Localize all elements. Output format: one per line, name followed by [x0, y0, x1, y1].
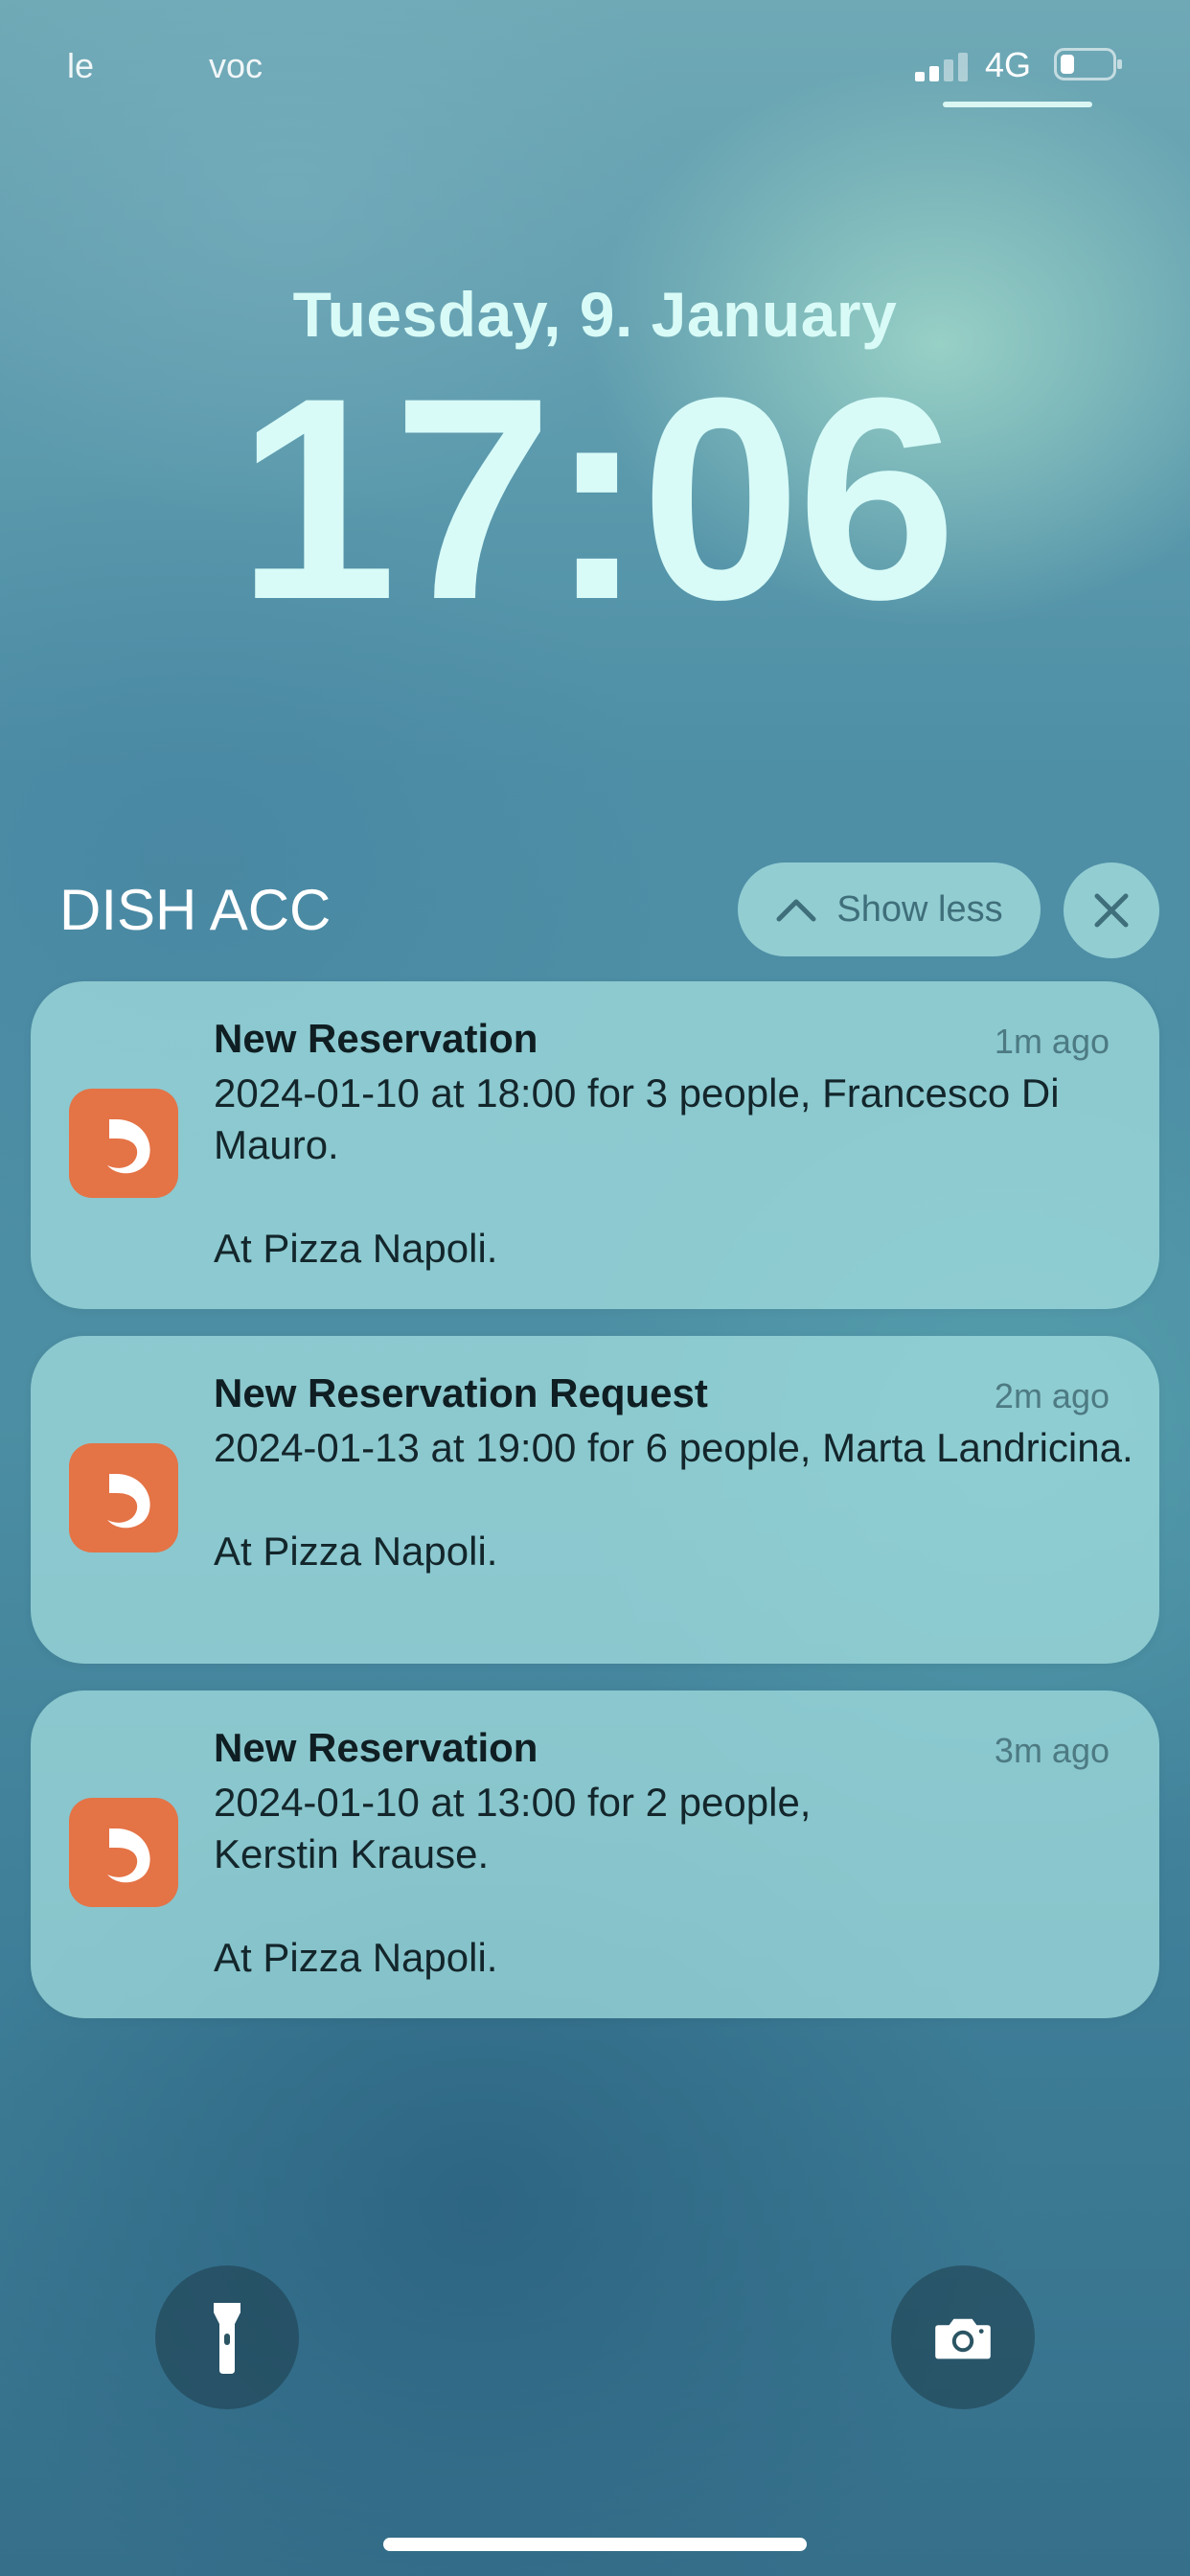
- notification-card[interactable]: New Reservation 3m ago 2024-01-10 at 13:…: [31, 1690, 1159, 2018]
- notification-body: 2024-01-10 at 13:00 for 2 people, Kersti…: [214, 1780, 812, 1980]
- notification-card[interactable]: New Reservation 1m ago 2024-01-10 at 18:…: [31, 981, 1159, 1309]
- notification-title: New Reservation Request: [214, 1370, 708, 1415]
- notification-title: New Reservation: [214, 1725, 538, 1770]
- signal-icon: [915, 53, 968, 81]
- status-bar: le voc 4G: [0, 0, 1190, 134]
- status-indicator-bar: [943, 102, 1092, 107]
- dish-logo-icon: [69, 1089, 178, 1198]
- notification-title: New Reservation: [214, 1016, 538, 1061]
- lock-time: 17:06: [237, 337, 956, 659]
- clear-group-button[interactable]: [1064, 862, 1159, 958]
- show-less-button[interactable]: Show less: [738, 862, 1041, 956]
- notification-card[interactable]: New Reservation Request 2m ago 2024-01-1…: [31, 1336, 1159, 1664]
- notification-body: 2024-01-10 at 18:00 for 3 people, France…: [214, 1070, 1060, 1271]
- chevron-up-icon: [776, 899, 816, 922]
- camera-button[interactable]: [891, 2266, 1035, 2409]
- notification-time: 3m ago: [994, 1731, 1110, 1770]
- notification-group-title: DISH ACC: [59, 878, 332, 942]
- dish-logo-icon: [69, 1798, 178, 1907]
- notification-time: 1m ago: [994, 1022, 1110, 1061]
- camera-icon: [935, 2318, 991, 2359]
- notification-body: 2024-01-13 at 19:00 for 6 people, Marta …: [214, 1425, 1133, 1574]
- network-type: 4G: [985, 45, 1032, 84]
- carrier-label: le: [67, 46, 95, 85]
- close-icon: [1094, 893, 1129, 928]
- flashlight-icon: [214, 2303, 240, 2374]
- notification-time: 2m ago: [994, 1376, 1110, 1415]
- show-less-label: Show less: [836, 888, 1003, 930]
- battery-icon: [1054, 48, 1122, 80]
- dish-logo-icon: [69, 1443, 178, 1552]
- home-indicator[interactable]: [383, 2538, 807, 2551]
- carrier-label-secondary: voc: [209, 46, 263, 85]
- flashlight-button[interactable]: [155, 2266, 299, 2409]
